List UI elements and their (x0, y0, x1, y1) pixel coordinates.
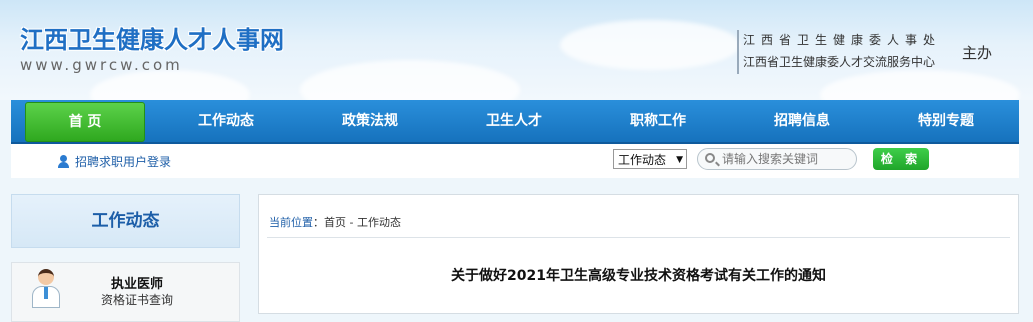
license-query-card[interactable]: 执业医师 资格证书查询 (11, 262, 240, 322)
cloud-decoration (560, 20, 740, 70)
category-select[interactable]: 工作动态 ▼ (613, 149, 687, 169)
category-select-value: 工作动态 (618, 153, 667, 167)
breadcrumb-label: 当前位置 (269, 216, 313, 229)
toolbar: 招聘求职用户登录 工作动态 ▼ 检 索 (11, 144, 1019, 178)
search-button[interactable]: 检 索 (873, 148, 929, 170)
nav-item-health-talent[interactable]: 卫生人才 (455, 100, 573, 142)
site-title: 江西卫生健康人才人事网 (20, 26, 284, 54)
cloud-decoration (820, 70, 1020, 100)
sponsor-line-2: 江西省卫生健康委人才交流服务中心 (743, 55, 936, 69)
dropdown-arrow-icon: ▼ (676, 155, 683, 165)
nav-item-title-work[interactable]: 职称工作 (599, 100, 717, 142)
cloud-decoration (90, 70, 250, 100)
doctor-icon (30, 269, 62, 309)
site-header: 江西卫生健康人才人事网 www.gwrcw.com 江西省卫生健康委人事处 江西… (0, 0, 1033, 100)
nav-item-recruitment[interactable]: 招聘信息 (743, 100, 861, 142)
user-login-link[interactable]: 招聘求职用户登录 (57, 153, 171, 170)
nav-item-work-news[interactable]: 工作动态 (167, 100, 285, 142)
breadcrumb-path: ：首页 - 工作动态 (313, 216, 401, 229)
sponsor-host-label: 主办 (962, 44, 993, 62)
site-url: www.gwrcw.com (20, 56, 183, 74)
article-title: 关于做好2021年卫生高级专业技术资格考试有关工作的通知 (451, 268, 826, 284)
breadcrumb: 当前位置：首页 - 工作动态 (269, 214, 401, 230)
main-content-panel: 当前位置：首页 - 工作动态 关于做好2021年卫生高级专业技术资格考试有关工作… (258, 194, 1019, 314)
search-input[interactable] (722, 151, 852, 167)
user-icon (57, 155, 70, 168)
divider (267, 237, 1010, 238)
nav-item-home[interactable]: 首 页 (25, 102, 145, 142)
search-box (697, 148, 857, 170)
sponsor-line-1: 江西省卫生健康委人事处 (743, 33, 942, 47)
license-card-subtitle: 资格证书查询 (100, 293, 173, 307)
license-card-title: 执业医师 (110, 277, 163, 292)
sidebar-heading: 工作动态 (11, 194, 240, 248)
sponsor-block: 江西省卫生健康委人事处 江西省卫生健康委人才交流服务中心 (737, 30, 959, 74)
nav-item-special-topics[interactable]: 特别专题 (887, 100, 1005, 142)
cloud-decoration (300, 60, 520, 100)
nav-item-policy[interactable]: 政策法规 (311, 100, 429, 142)
search-icon (705, 153, 715, 163)
user-login-label: 招聘求职用户登录 (75, 155, 172, 169)
main-nav: 首 页 工作动态 政策法规 卫生人才 职称工作 招聘信息 特别专题 (11, 100, 1019, 144)
